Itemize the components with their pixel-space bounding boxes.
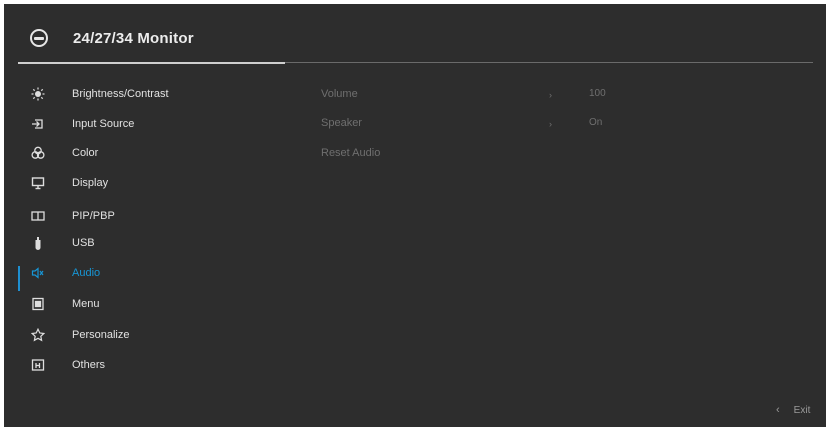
header-divider (285, 62, 813, 63)
personalize-icon (30, 328, 46, 342)
header-divider-active (18, 62, 285, 64)
others-icon (30, 358, 46, 372)
menu-item-usb[interactable]: USB (30, 234, 270, 252)
brightness-icon (30, 87, 46, 101)
speaker-arrow-icon: › (549, 119, 552, 129)
audio-icon (30, 266, 46, 280)
menu-item-personalize[interactable]: Personalize (30, 326, 270, 344)
volume-value: 100 (589, 88, 606, 99)
selected-indicator (18, 266, 20, 291)
menu-label: Menu (72, 298, 100, 310)
menu-item-color[interactable]: Color (30, 144, 270, 162)
reset-audio-item[interactable]: Reset Audio (321, 147, 380, 159)
menu-label: Input Source (72, 118, 135, 130)
menu-item-pip-pbp[interactable]: PIP/PBP (30, 207, 270, 225)
menu-item-audio[interactable]: Audio (30, 264, 270, 282)
osd-title: 24/27/34 Monitor (73, 30, 194, 47)
menu-label: USB (72, 237, 95, 249)
menu-label: Audio (72, 267, 101, 279)
monitor-osd: 24/27/34 Monitor Brightness/Contrast Inp… (4, 4, 826, 427)
osd-header: 24/27/34 Monitor (4, 4, 826, 64)
menu-label: Others (72, 359, 106, 371)
input-source-icon (30, 117, 46, 131)
usb-icon (30, 236, 46, 250)
menu-icon (30, 297, 46, 311)
menu-label: Color (72, 147, 99, 159)
volume-arrow-icon: › (549, 90, 552, 100)
menu-label: Display (72, 177, 109, 189)
menu-label: Brightness/Contrast (72, 88, 169, 100)
display-icon (30, 176, 46, 190)
exit-button[interactable]: ‹ Exit (776, 404, 810, 416)
menu-item-others[interactable]: Others (30, 356, 270, 374)
menu-label: PIP/PBP (72, 210, 115, 222)
speaker-label[interactable]: Speaker (321, 117, 362, 129)
speaker-value: On (589, 117, 603, 128)
dell-logo-icon (30, 29, 48, 47)
menu-item-menu[interactable]: Menu (30, 295, 270, 313)
volume-label[interactable]: Volume (321, 88, 358, 100)
menu-item-input-source[interactable]: Input Source (30, 115, 270, 133)
menu-item-display[interactable]: Display (30, 174, 270, 192)
menu-label: Personalize (72, 329, 130, 341)
exit-label: Exit (793, 404, 811, 416)
menu-item-brightness-contrast[interactable]: Brightness/Contrast (30, 85, 270, 103)
color-icon (30, 146, 46, 160)
back-chevron-icon: ‹ (776, 404, 780, 416)
pip-pbp-icon (30, 209, 46, 223)
